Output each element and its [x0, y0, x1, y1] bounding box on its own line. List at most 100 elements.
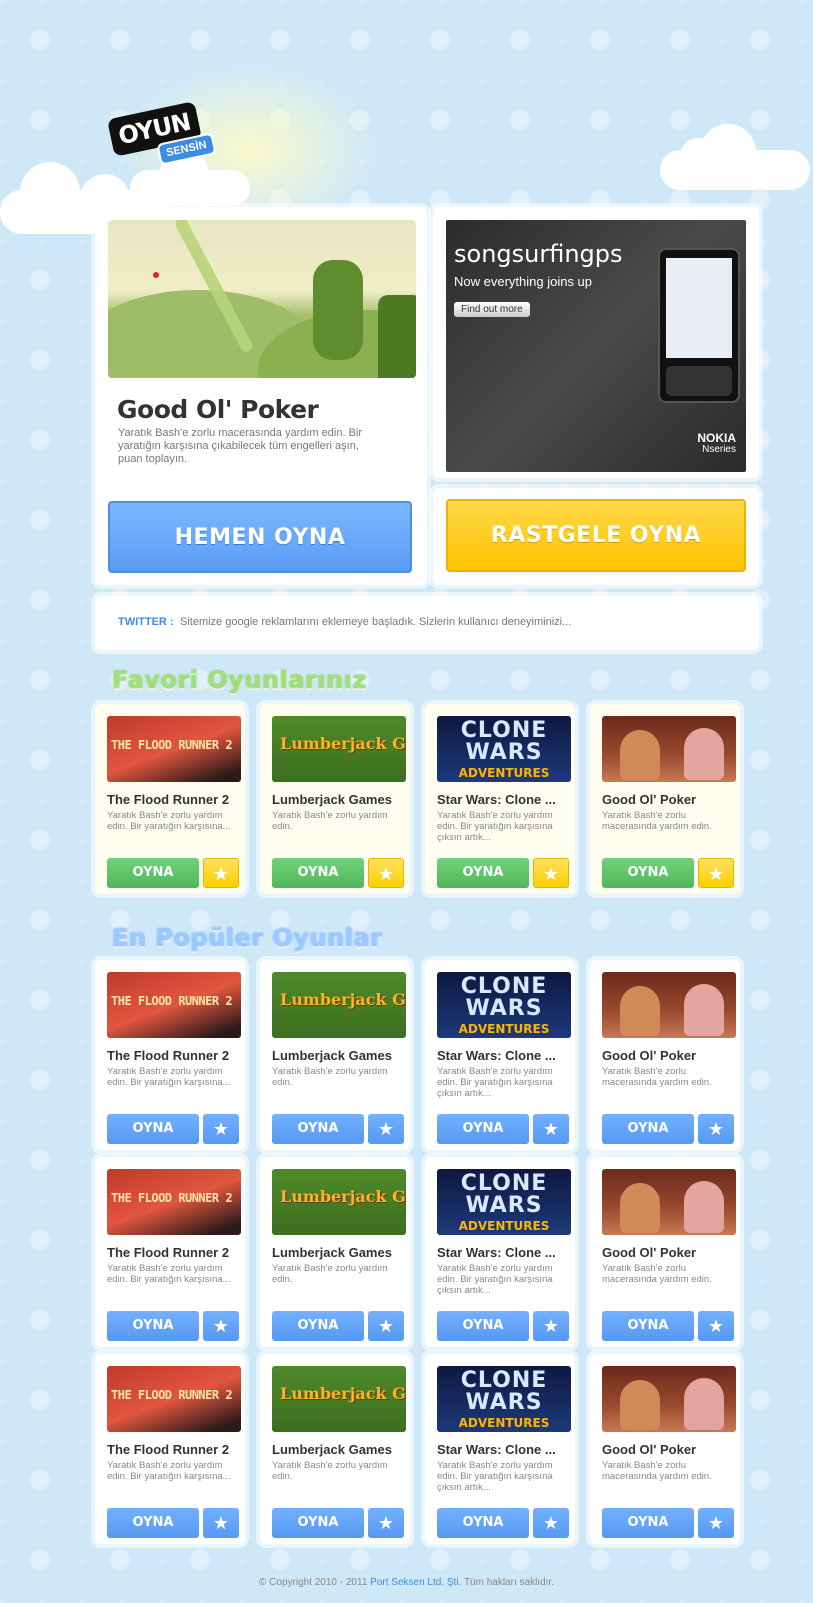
play-button[interactable]: OYNA	[107, 1114, 199, 1144]
star-icon[interactable]: ★	[533, 1508, 569, 1538]
play-button[interactable]: OYNA	[272, 858, 364, 888]
phone-image	[658, 248, 740, 403]
game-title[interactable]: The Flood Runner 2	[107, 1442, 241, 1457]
footer-rights: Tüm hakları saklıdır.	[463, 1577, 554, 1588]
game-title[interactable]: Good Ol' Poker	[602, 792, 736, 807]
thumbnail-text: Lumberjack Games	[280, 990, 406, 1009]
game-title[interactable]: Star Wars: Clone ...	[437, 1442, 571, 1457]
game-description: Yaratık Bash'e zorlu yardım edin. Bir ya…	[437, 1066, 553, 1099]
play-button[interactable]: OYNA	[272, 1508, 364, 1538]
game-thumbnail[interactable]: Lumberjack Games	[272, 1366, 406, 1432]
thumbnail-text: ADVENTURES	[458, 766, 550, 780]
game-description: Yaratık Bash'e zorlu yardım edin. Bir ya…	[107, 1263, 231, 1285]
favorite-game-card: Good Ol' Poker Yaratık Bash'e zorlu macer…	[590, 704, 740, 894]
play-button[interactable]: OYNA	[272, 1311, 364, 1341]
game-thumbnail[interactable]: THE FLOOD RUNNER 2	[107, 1366, 241, 1432]
star-icon[interactable]: ★	[533, 1114, 569, 1144]
game-title[interactable]: The Flood Runner 2	[107, 792, 241, 807]
game-thumbnail[interactable]: CLONE WARS ADVENTURES	[437, 716, 571, 782]
game-thumbnail[interactable]: THE FLOOD RUNNER 2	[107, 716, 241, 782]
game-thumbnail[interactable]	[602, 972, 736, 1038]
game-thumbnail[interactable]: CLONE WARS ADVENTURES	[437, 972, 571, 1038]
star-icon[interactable]: ★	[698, 1508, 734, 1538]
star-icon[interactable]: ★	[368, 1508, 404, 1538]
twitter-bar: TWITTER : Sitemize google reklamlarını e…	[95, 596, 759, 650]
twitter-label[interactable]: TWITTER :	[118, 616, 174, 628]
star-icon[interactable]: ★	[203, 858, 239, 888]
popular-game-card: CLONE WARS ADVENTURES Star Wars: Clone ...…	[425, 1354, 575, 1544]
ad-banner[interactable]: songsurfingps Now everything joins up Fi…	[446, 220, 746, 472]
play-button[interactable]: OYNA	[272, 1114, 364, 1144]
character-figure	[684, 728, 724, 780]
game-description: Yaratık Bash'e zorlu yardım edin.	[272, 810, 388, 832]
featured-game-image[interactable]	[108, 220, 416, 378]
game-thumbnail[interactable]	[602, 1169, 736, 1235]
game-title[interactable]: Lumberjack Games	[272, 792, 406, 807]
ad-find-out-more-button[interactable]: Find out more	[454, 302, 530, 317]
game-thumbnail[interactable]	[602, 716, 736, 782]
twitter-text[interactable]: Sitemize google reklamlarını eklemeye ba…	[180, 616, 571, 628]
game-title[interactable]: Good Ol' Poker	[602, 1245, 736, 1260]
ad-panel: songsurfingps Now everything joins up Fi…	[433, 207, 759, 478]
game-title[interactable]: Lumberjack Games	[272, 1442, 406, 1457]
play-button[interactable]: OYNA	[437, 858, 529, 888]
game-title[interactable]: Star Wars: Clone ...	[437, 1245, 571, 1260]
footer-company-link[interactable]: Port Seksen Ltd. Şti.	[370, 1577, 461, 1588]
game-title[interactable]: Lumberjack Games	[272, 1245, 406, 1260]
star-icon[interactable]: ★	[698, 858, 734, 888]
game-thumbnail[interactable]	[602, 1366, 736, 1432]
play-now-button[interactable]: HEMEN OYNA	[108, 501, 412, 573]
play-button[interactable]: OYNA	[107, 1311, 199, 1341]
star-icon[interactable]: ★	[368, 1311, 404, 1341]
play-button[interactable]: OYNA	[602, 1114, 694, 1144]
star-icon[interactable]: ★	[203, 1508, 239, 1538]
game-title[interactable]: Star Wars: Clone ...	[437, 792, 571, 807]
character-figure	[684, 1181, 724, 1233]
popular-game-card: Good Ol' Poker Yaratık Bash'e zorlu macer…	[590, 960, 740, 1150]
game-title[interactable]: Good Ol' Poker	[602, 1442, 736, 1457]
game-thumbnail[interactable]: CLONE WARS ADVENTURES	[437, 1366, 571, 1432]
play-button[interactable]: OYNA	[602, 1508, 694, 1538]
game-thumbnail[interactable]: Lumberjack Games	[272, 716, 406, 782]
game-thumbnail[interactable]: Lumberjack Games	[272, 1169, 406, 1235]
play-button[interactable]: OYNA	[107, 1508, 199, 1538]
thumbnail-text: CLONE WARS	[460, 974, 548, 1021]
star-icon[interactable]: ★	[533, 1311, 569, 1341]
star-icon[interactable]: ★	[698, 1311, 734, 1341]
play-button[interactable]: OYNA	[602, 1311, 694, 1341]
game-thumbnail[interactable]: CLONE WARS ADVENTURES	[437, 1169, 571, 1235]
ad-maker-logo: NOKIA Nseries	[697, 431, 736, 455]
popular-game-card: Lumberjack Games Lumberjack Games Yaratık …	[260, 960, 410, 1150]
play-button[interactable]: OYNA	[437, 1114, 529, 1144]
star-icon[interactable]: ★	[203, 1311, 239, 1341]
game-description: Yaratık Bash'e zorlu macerasında yardım …	[602, 1263, 712, 1285]
play-button[interactable]: OYNA	[437, 1508, 529, 1538]
game-description: Yaratık Bash'e zorlu yardım edin. Bir ya…	[107, 1460, 231, 1482]
game-thumbnail[interactable]: Lumberjack Games	[272, 972, 406, 1038]
star-icon[interactable]: ★	[368, 1114, 404, 1144]
thumbnail-text: ADVENTURES	[458, 1022, 550, 1036]
game-title[interactable]: Good Ol' Poker	[602, 1048, 736, 1063]
game-description: Yaratık Bash'e zorlu yardım edin.	[272, 1263, 388, 1285]
popular-game-card: THE FLOOD RUNNER 2 The Flood Runner 2 Yara…	[95, 960, 245, 1150]
play-button[interactable]: OYNA	[602, 858, 694, 888]
star-icon[interactable]: ★	[698, 1114, 734, 1144]
game-title[interactable]: Star Wars: Clone ...	[437, 1048, 571, 1063]
game-title[interactable]: Lumberjack Games	[272, 1048, 406, 1063]
play-button[interactable]: OYNA	[437, 1311, 529, 1341]
character-figure	[620, 1183, 660, 1233]
game-title[interactable]: The Flood Runner 2	[107, 1048, 241, 1063]
play-button[interactable]: OYNA	[107, 858, 199, 888]
star-icon[interactable]: ★	[533, 858, 569, 888]
game-thumbnail[interactable]: THE FLOOD RUNNER 2	[107, 972, 241, 1038]
game-thumbnail[interactable]: THE FLOOD RUNNER 2	[107, 1169, 241, 1235]
random-play-button[interactable]: RASTGELE OYNA	[446, 499, 746, 572]
star-icon[interactable]: ★	[368, 858, 404, 888]
game-title[interactable]: The Flood Runner 2	[107, 1245, 241, 1260]
character-figure	[620, 1380, 660, 1430]
star-icon[interactable]: ★	[203, 1114, 239, 1144]
thumbnail-text: THE FLOOD RUNNER 2	[111, 1388, 233, 1402]
game-description: Yaratık Bash'e zorlu yardım edin. Bir ya…	[437, 810, 553, 843]
site-logo[interactable]: OYUN SENSİN	[107, 101, 220, 170]
character-figure	[620, 730, 660, 780]
